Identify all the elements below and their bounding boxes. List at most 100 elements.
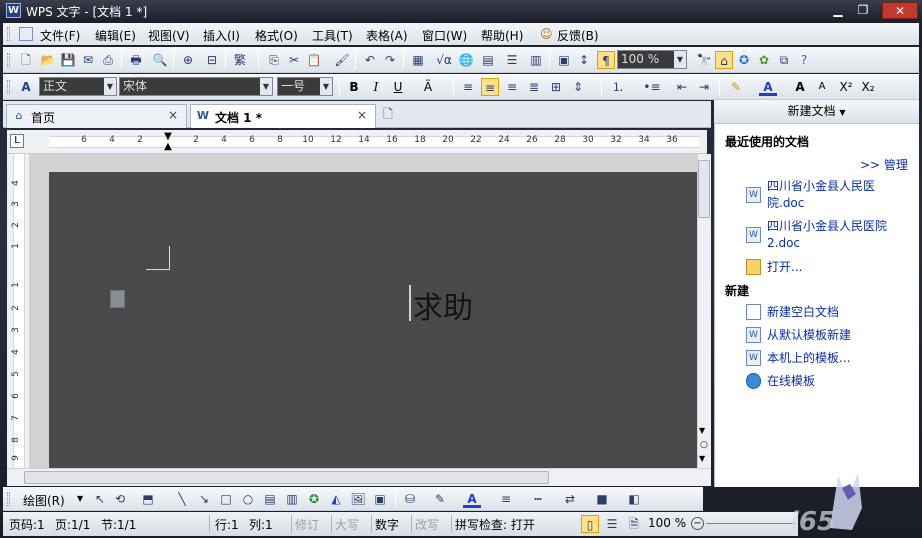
- diagram-icon[interactable]: ◭: [327, 490, 345, 508]
- task-pane-header[interactable]: 新建文档 ▼: [714, 100, 919, 124]
- page-break-icon[interactable]: ⊟: [203, 51, 221, 69]
- home-icon[interactable]: ⌂: [715, 51, 733, 69]
- fill-color-icon[interactable]: ⛁: [401, 490, 419, 508]
- style-select[interactable]: 正文 ▼: [39, 77, 117, 96]
- mail-icon[interactable]: ✉: [79, 51, 97, 69]
- recent-doc-link[interactable]: 四川省小金县人民医院2.doc: [767, 218, 907, 252]
- zoom-select[interactable]: 100 % ▼: [617, 50, 687, 69]
- table-icon[interactable]: ▦: [409, 51, 427, 69]
- line-color-icon[interactable]: ✎: [431, 490, 449, 508]
- zoom-slider[interactable]: [706, 523, 796, 524]
- menu-insert[interactable]: 插入(I): [203, 27, 240, 44]
- status-revise[interactable]: 修订: [295, 516, 319, 533]
- indent-marker[interactable]: ▼ ▲: [163, 132, 173, 152]
- vertical-textbox-icon[interactable]: ▥: [283, 490, 301, 508]
- plugin-icon[interactable]: ✿: [755, 51, 773, 69]
- save-icon[interactable]: 💾: [59, 51, 77, 69]
- document-page[interactable]: [49, 172, 697, 468]
- copy-icon[interactable]: ⎘: [265, 51, 283, 69]
- pdf-export-icon[interactable]: ⎙: [99, 51, 117, 69]
- font-select[interactable]: 宋体 ▼: [119, 77, 273, 96]
- online-templates-link[interactable]: 在线模板: [767, 373, 907, 390]
- vertical-scroll-thumb[interactable]: [698, 160, 710, 218]
- traditional-chinese-icon[interactable]: 繁: [231, 51, 249, 69]
- paste-icon[interactable]: 📋: [305, 51, 323, 69]
- new-doc-icon[interactable]: 🗋: [17, 51, 35, 69]
- print-icon[interactable]: 🖶: [127, 51, 145, 69]
- local-templates-link[interactable]: 本机上的模板...: [767, 350, 907, 367]
- arrow-icon[interactable]: ↘: [195, 490, 213, 508]
- tab-document-1[interactable]: W 文档 1 * ×: [190, 104, 376, 128]
- menu-format[interactable]: 格式(O): [255, 27, 298, 44]
- minimize-button[interactable]: ▁: [827, 2, 849, 19]
- help-compass-icon[interactable]: ✪: [735, 51, 753, 69]
- picture-icon[interactable]: ▣: [371, 490, 389, 508]
- wordart-icon[interactable]: ✪: [305, 490, 323, 508]
- menu-edit[interactable]: 编辑(E): [95, 27, 136, 44]
- horizontal-scroll-thumb[interactable]: [24, 471, 549, 484]
- restore-button[interactable]: ❐: [852, 2, 874, 19]
- menu-table[interactable]: 表格(A): [366, 27, 408, 44]
- tab-stop-selector[interactable]: L: [10, 134, 24, 148]
- print-preview-icon[interactable]: 🔍: [151, 51, 169, 69]
- next-page-icon[interactable]: ▼: [699, 454, 705, 463]
- close-icon[interactable]: ×: [168, 108, 178, 122]
- arrow-style-icon[interactable]: ⇄: [561, 490, 579, 508]
- align-center-icon[interactable]: ≡: [481, 78, 499, 96]
- align-left-icon[interactable]: ≡: [459, 78, 477, 96]
- format-painter-icon[interactable]: 🖌: [333, 51, 351, 69]
- recent-doc-link[interactable]: 四川省小金县人民医院.doc: [767, 178, 907, 212]
- insert-icon[interactable]: ⊕: [179, 51, 197, 69]
- ellipse-icon[interactable]: ○: [239, 490, 257, 508]
- outline-view-icon[interactable]: ☰: [603, 515, 621, 533]
- font-size-select[interactable]: 一号 ▼: [277, 77, 333, 96]
- menu-window[interactable]: 窗口(W): [422, 27, 467, 44]
- bold-button[interactable]: B: [345, 78, 363, 96]
- cut-icon[interactable]: ✂: [285, 51, 303, 69]
- subscript-button[interactable]: X₂: [859, 78, 877, 96]
- align-right-icon[interactable]: ≡: [503, 78, 521, 96]
- distributed-icon[interactable]: ⊞: [547, 78, 565, 96]
- increase-indent-icon[interactable]: ⇥: [695, 78, 713, 96]
- menu-tools[interactable]: 工具(T): [312, 27, 353, 44]
- zoom-out-icon[interactable]: −: [691, 517, 704, 530]
- close-button[interactable]: ✕: [882, 2, 918, 19]
- rotate-icon[interactable]: ⟲: [111, 490, 129, 508]
- draw-font-color-icon[interactable]: A: [463, 490, 481, 508]
- rectangle-icon[interactable]: □: [217, 490, 235, 508]
- document-text[interactable]: 求助: [413, 283, 473, 327]
- open-link[interactable]: 打开...: [767, 259, 907, 276]
- undo-icon[interactable]: ↶: [361, 51, 379, 69]
- new-from-default-link[interactable]: 从默认模板新建: [767, 327, 907, 344]
- 3d-style-icon[interactable]: ◧: [625, 490, 643, 508]
- status-spell[interactable]: 拼写检查: 打开: [455, 516, 535, 533]
- highlight-icon[interactable]: ✎: [727, 78, 745, 96]
- bullets-icon[interactable]: •≡: [643, 78, 661, 96]
- underline-button[interactable]: U: [389, 78, 407, 96]
- insert-table-icon[interactable]: ▤: [479, 51, 497, 69]
- menu-file[interactable]: 文件(F): [40, 27, 80, 44]
- textbox-icon[interactable]: ▤: [261, 490, 279, 508]
- vertical-ruler[interactable]: 4 3 2 1 1 2 3 4 5 6 7 8 9: [7, 154, 29, 468]
- scroll-down-icon[interactable]: ▼: [699, 426, 705, 435]
- draw-menu[interactable]: 绘图(R): [23, 492, 65, 509]
- paragraph-mark-icon[interactable]: ¶: [597, 51, 615, 69]
- manage-link[interactable]: >> 管理: [860, 156, 908, 173]
- decrease-indent-icon[interactable]: ⇤: [673, 78, 691, 96]
- help-icon[interactable]: ?: [795, 51, 813, 69]
- shadow-icon[interactable]: ■: [593, 490, 611, 508]
- grow-font-button[interactable]: A: [791, 78, 809, 96]
- menu-feedback[interactable]: 反馈(B): [557, 27, 599, 44]
- prev-page-icon[interactable]: ○: [700, 440, 708, 450]
- binoculars-icon[interactable]: 🔭: [695, 51, 713, 69]
- numbering-icon[interactable]: ⒈: [609, 78, 627, 96]
- document-map-icon[interactable]: ▣: [555, 51, 573, 69]
- redo-icon[interactable]: ↷: [381, 51, 399, 69]
- show-hide-icon[interactable]: ↕: [575, 51, 593, 69]
- formula-icon[interactable]: √α: [435, 51, 453, 69]
- font-color-icon[interactable]: A: [759, 78, 777, 96]
- shrink-font-button[interactable]: A: [813, 78, 831, 96]
- select-arrow-icon[interactable]: ↖: [91, 490, 109, 508]
- line-spacing-icon[interactable]: ⇕: [569, 78, 587, 96]
- web-view-icon[interactable]: 🗎: [625, 515, 643, 533]
